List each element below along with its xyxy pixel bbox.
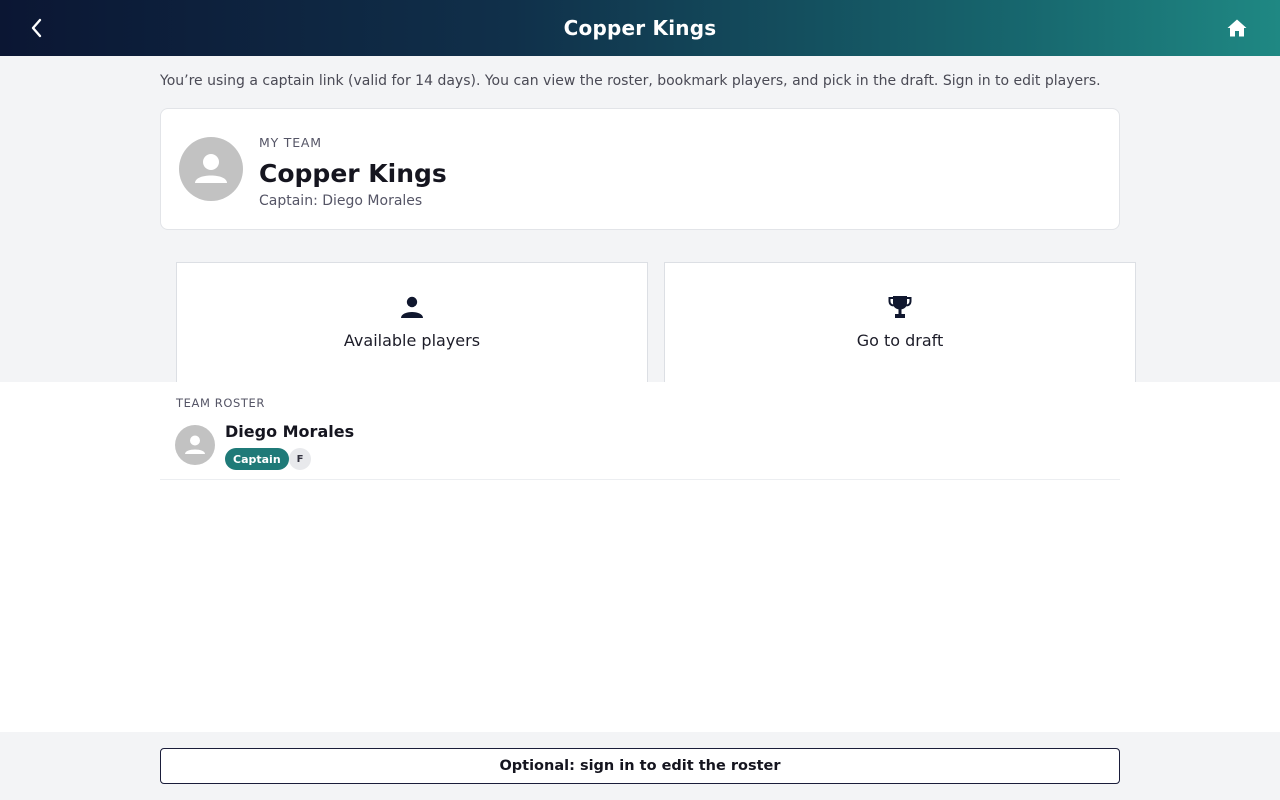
page-title: Copper Kings — [563, 16, 717, 40]
captain-link-notice: You’re using a captain link (valid for 1… — [160, 73, 1101, 89]
team-captain: Captain: Diego Morales — [259, 193, 423, 209]
go-to-draft-label: Go to draft — [856, 331, 944, 350]
home-icon — [1227, 19, 1247, 37]
player-name: Diego Morales — [225, 422, 355, 441]
available-players-button[interactable]: Available players — [176, 262, 648, 382]
footer-bar: Optional: sign in to edit the roster — [0, 732, 1280, 800]
roster-row[interactable]: Diego Morales Captain F — [160, 416, 1120, 480]
person-icon — [401, 296, 423, 318]
person-icon — [185, 435, 205, 454]
player-avatar — [175, 425, 215, 465]
roster-heading: TEAM ROSTER — [176, 396, 265, 410]
available-players-label: Available players — [343, 331, 481, 350]
captain-badge: Captain — [225, 448, 289, 470]
app-header: Copper Kings — [0, 0, 1280, 56]
my-team-label: MY TEAM — [259, 135, 322, 150]
back-button[interactable] — [22, 14, 52, 42]
person-icon — [195, 154, 227, 183]
sign-in-button[interactable]: Optional: sign in to edit the roster — [160, 748, 1120, 784]
chevron-left-icon — [31, 18, 42, 38]
team-name: Copper Kings — [259, 159, 447, 188]
my-team-card: MY TEAM Copper Kings Captain: Diego Mora… — [160, 108, 1120, 230]
go-to-draft-button[interactable]: Go to draft — [664, 262, 1136, 382]
home-button[interactable] — [1222, 14, 1252, 42]
team-avatar — [179, 137, 243, 201]
position-badge: F — [289, 448, 311, 470]
trophy-icon — [888, 296, 912, 318]
